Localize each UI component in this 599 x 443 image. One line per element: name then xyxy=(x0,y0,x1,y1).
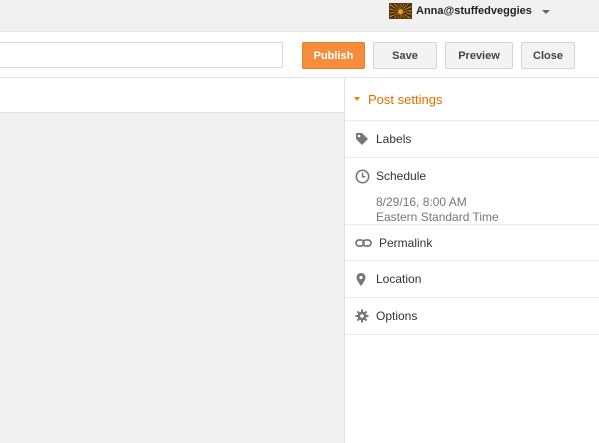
settings-item-schedule[interactable]: Schedule 8/29/16, 8:00 AM Eastern Standa… xyxy=(345,158,599,225)
publish-button[interactable]: Publish xyxy=(302,42,365,69)
editor-canvas[interactable] xyxy=(0,113,344,443)
post-settings-header[interactable]: Post settings xyxy=(345,78,599,121)
post-settings-title: Post settings xyxy=(368,91,443,107)
schedule-timezone: Eastern Standard Time xyxy=(376,210,499,224)
close-button[interactable]: Close xyxy=(521,42,575,69)
editor-header: Publish Save Preview Close xyxy=(0,31,599,78)
settings-item-label: Permalink xyxy=(379,236,433,250)
post-title-input[interactable] xyxy=(0,42,283,68)
settings-item-label: Location xyxy=(376,272,422,286)
account-menu[interactable]: Anna@stuffedveggies xyxy=(389,2,550,20)
account-name: Anna@stuffedveggies xyxy=(416,5,532,17)
map-pin-icon xyxy=(355,272,367,286)
settings-item-options[interactable]: Options xyxy=(345,298,599,335)
settings-item-label: Schedule xyxy=(376,169,427,183)
clock-icon xyxy=(355,169,370,184)
tag-icon xyxy=(355,132,369,146)
account-bar: Anna@stuffedveggies xyxy=(0,0,599,31)
caret-down-icon xyxy=(354,97,360,101)
editor-toolbar xyxy=(0,78,344,113)
save-button[interactable]: Save xyxy=(373,42,437,69)
schedule-datetime: 8/29/16, 8:00 AM xyxy=(376,195,467,209)
settings-item-location[interactable]: Location xyxy=(345,261,599,298)
avatar xyxy=(389,3,412,19)
gear-icon xyxy=(355,309,369,323)
chevron-down-icon xyxy=(541,10,550,14)
settings-item-label: Options xyxy=(376,309,418,323)
settings-item-label: Labels xyxy=(376,132,412,146)
settings-item-permalink[interactable]: Permalink xyxy=(345,225,599,261)
preview-button[interactable]: Preview xyxy=(445,42,513,69)
settings-item-labels[interactable]: Labels xyxy=(345,121,599,158)
link-icon xyxy=(355,236,372,250)
post-settings-panel: Post settings Labels Schedule 8/29/16, 8… xyxy=(344,78,599,443)
